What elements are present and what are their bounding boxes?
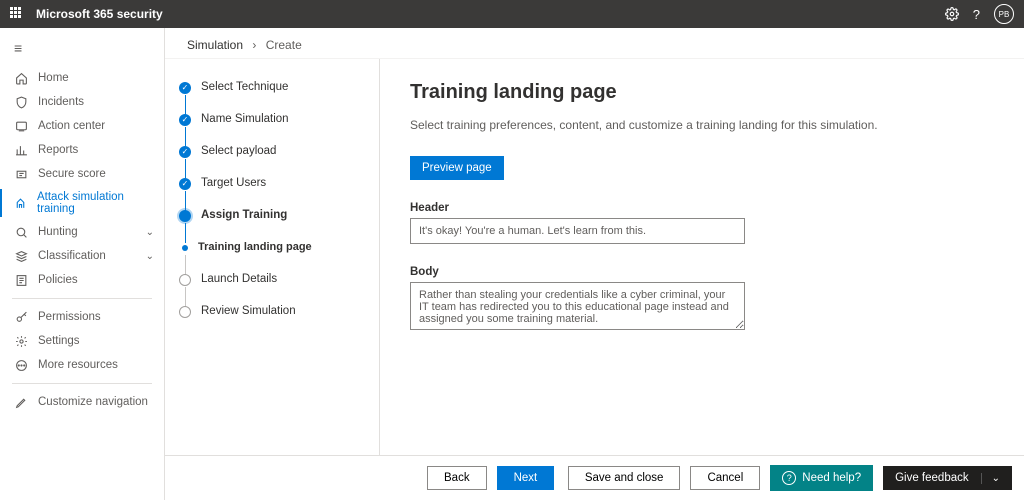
app-title: Microsoft 365 security [36, 7, 163, 21]
chevron-down-icon: ⌄ [146, 251, 154, 262]
nav-item-label: Customize navigation [38, 396, 148, 408]
nav-item-home[interactable]: Home [0, 66, 164, 90]
step-future-icon [179, 306, 191, 318]
nav-item-label: Secure score [38, 168, 106, 180]
reports-icon [14, 143, 28, 157]
hunting-icon [14, 225, 28, 239]
step-sub-icon [182, 245, 188, 251]
header-field-label: Header [410, 202, 994, 214]
main-area: Simulation › Create Select Technique Nam… [165, 28, 1024, 500]
wizard-step-name-simulation[interactable]: Name Simulation [179, 113, 367, 145]
wizard-substep-training-landing-page[interactable]: Training landing page [179, 241, 367, 273]
nav-separator [12, 298, 152, 299]
breadcrumb-create: Create [266, 38, 302, 52]
step-done-icon [179, 146, 191, 158]
wizard-step-assign-training[interactable]: Assign Training [179, 209, 367, 241]
nav-item-settings[interactable]: Settings [0, 329, 164, 353]
nav-item-label: Attack simulation training [37, 191, 154, 215]
chevron-down-icon: ⌄ [146, 227, 154, 238]
help-icon[interactable]: ? [973, 7, 980, 22]
user-avatar[interactable]: PB [994, 4, 1014, 24]
nav-item-classification[interactable]: Classification ⌄ [0, 244, 164, 268]
nav-item-label: Permissions [38, 311, 101, 323]
question-icon: ? [782, 471, 796, 485]
shield-icon [14, 95, 28, 109]
nav-separator [12, 383, 152, 384]
nav-item-attack-simulation-training[interactable]: Attack simulation training [0, 186, 164, 220]
form-panel: Training landing page Select training pr… [380, 59, 1024, 455]
body-field-label: Body [410, 266, 994, 278]
step-done-icon [179, 82, 191, 94]
nav-item-label: Home [38, 72, 69, 84]
step-done-icon [179, 114, 191, 126]
wizard-step-review-simulation[interactable]: Review Simulation [179, 305, 367, 337]
attack-simulation-icon [14, 196, 27, 210]
policies-icon [14, 273, 28, 287]
wizard-steps: Select Technique Name Simulation Select … [165, 59, 380, 455]
body-textarea[interactable] [410, 282, 745, 330]
nav-item-label: Action center [38, 120, 105, 132]
permissions-icon [14, 310, 28, 324]
home-icon [14, 71, 28, 85]
wizard-footer: Back Next Save and close Cancel ? Need h… [165, 455, 1024, 500]
wizard-step-select-technique[interactable]: Select Technique [179, 81, 367, 113]
wizard-step-launch-details[interactable]: Launch Details [179, 273, 367, 305]
cancel-button[interactable]: Cancel [690, 466, 760, 490]
give-feedback-button[interactable]: Give feedback ⌄ [883, 466, 1012, 490]
nav-item-label: More resources [38, 359, 118, 371]
preview-page-button[interactable]: Preview page [410, 156, 504, 180]
page-title: Training landing page [410, 81, 994, 104]
classification-icon [14, 249, 28, 263]
page-description: Select training preferences, content, an… [410, 118, 994, 132]
action-center-icon [14, 119, 28, 133]
step-done-icon [179, 178, 191, 190]
more-resources-icon [14, 358, 28, 372]
gear-icon[interactable] [945, 7, 959, 21]
nav-item-hunting[interactable]: Hunting ⌄ [0, 220, 164, 244]
secure-score-icon [14, 167, 28, 181]
nav-item-label: Settings [38, 335, 80, 347]
nav-item-label: Classification [38, 250, 106, 262]
nav-item-customize-navigation[interactable]: Customize navigation [0, 390, 164, 414]
pencil-icon [14, 395, 28, 409]
left-navigation: ≡ Home Incidents Action center Reports S… [0, 28, 165, 500]
nav-item-more-resources[interactable]: More resources [0, 353, 164, 377]
chevron-down-icon: ⌄ [981, 473, 1000, 484]
nav-item-label: Hunting [38, 226, 78, 238]
save-and-close-button[interactable]: Save and close [568, 466, 681, 490]
gear-icon [14, 334, 28, 348]
topbar: Microsoft 365 security ? PB [0, 0, 1024, 28]
nav-item-label: Policies [38, 274, 78, 286]
breadcrumb-simulation[interactable]: Simulation [187, 38, 243, 52]
hamburger-icon[interactable]: ≡ [0, 36, 164, 66]
nav-item-secure-score[interactable]: Secure score [0, 162, 164, 186]
next-button[interactable]: Next [497, 466, 555, 490]
wizard-step-select-payload[interactable]: Select payload [179, 145, 367, 177]
nav-item-reports[interactable]: Reports [0, 138, 164, 162]
step-future-icon [179, 274, 191, 286]
nav-item-label: Incidents [38, 96, 84, 108]
nav-item-incidents[interactable]: Incidents [0, 90, 164, 114]
step-current-icon [179, 210, 191, 222]
breadcrumb: Simulation › Create [165, 28, 1024, 58]
breadcrumb-separator: › [252, 38, 256, 52]
nav-item-label: Reports [38, 144, 78, 156]
back-button[interactable]: Back [427, 466, 487, 490]
need-help-button[interactable]: ? Need help? [770, 465, 873, 491]
nav-item-policies[interactable]: Policies [0, 268, 164, 292]
app-launcher-icon[interactable] [10, 7, 24, 21]
nav-item-permissions[interactable]: Permissions [0, 305, 164, 329]
wizard-step-target-users[interactable]: Target Users [179, 177, 367, 209]
header-input[interactable] [410, 218, 745, 244]
nav-item-action-center[interactable]: Action center [0, 114, 164, 138]
